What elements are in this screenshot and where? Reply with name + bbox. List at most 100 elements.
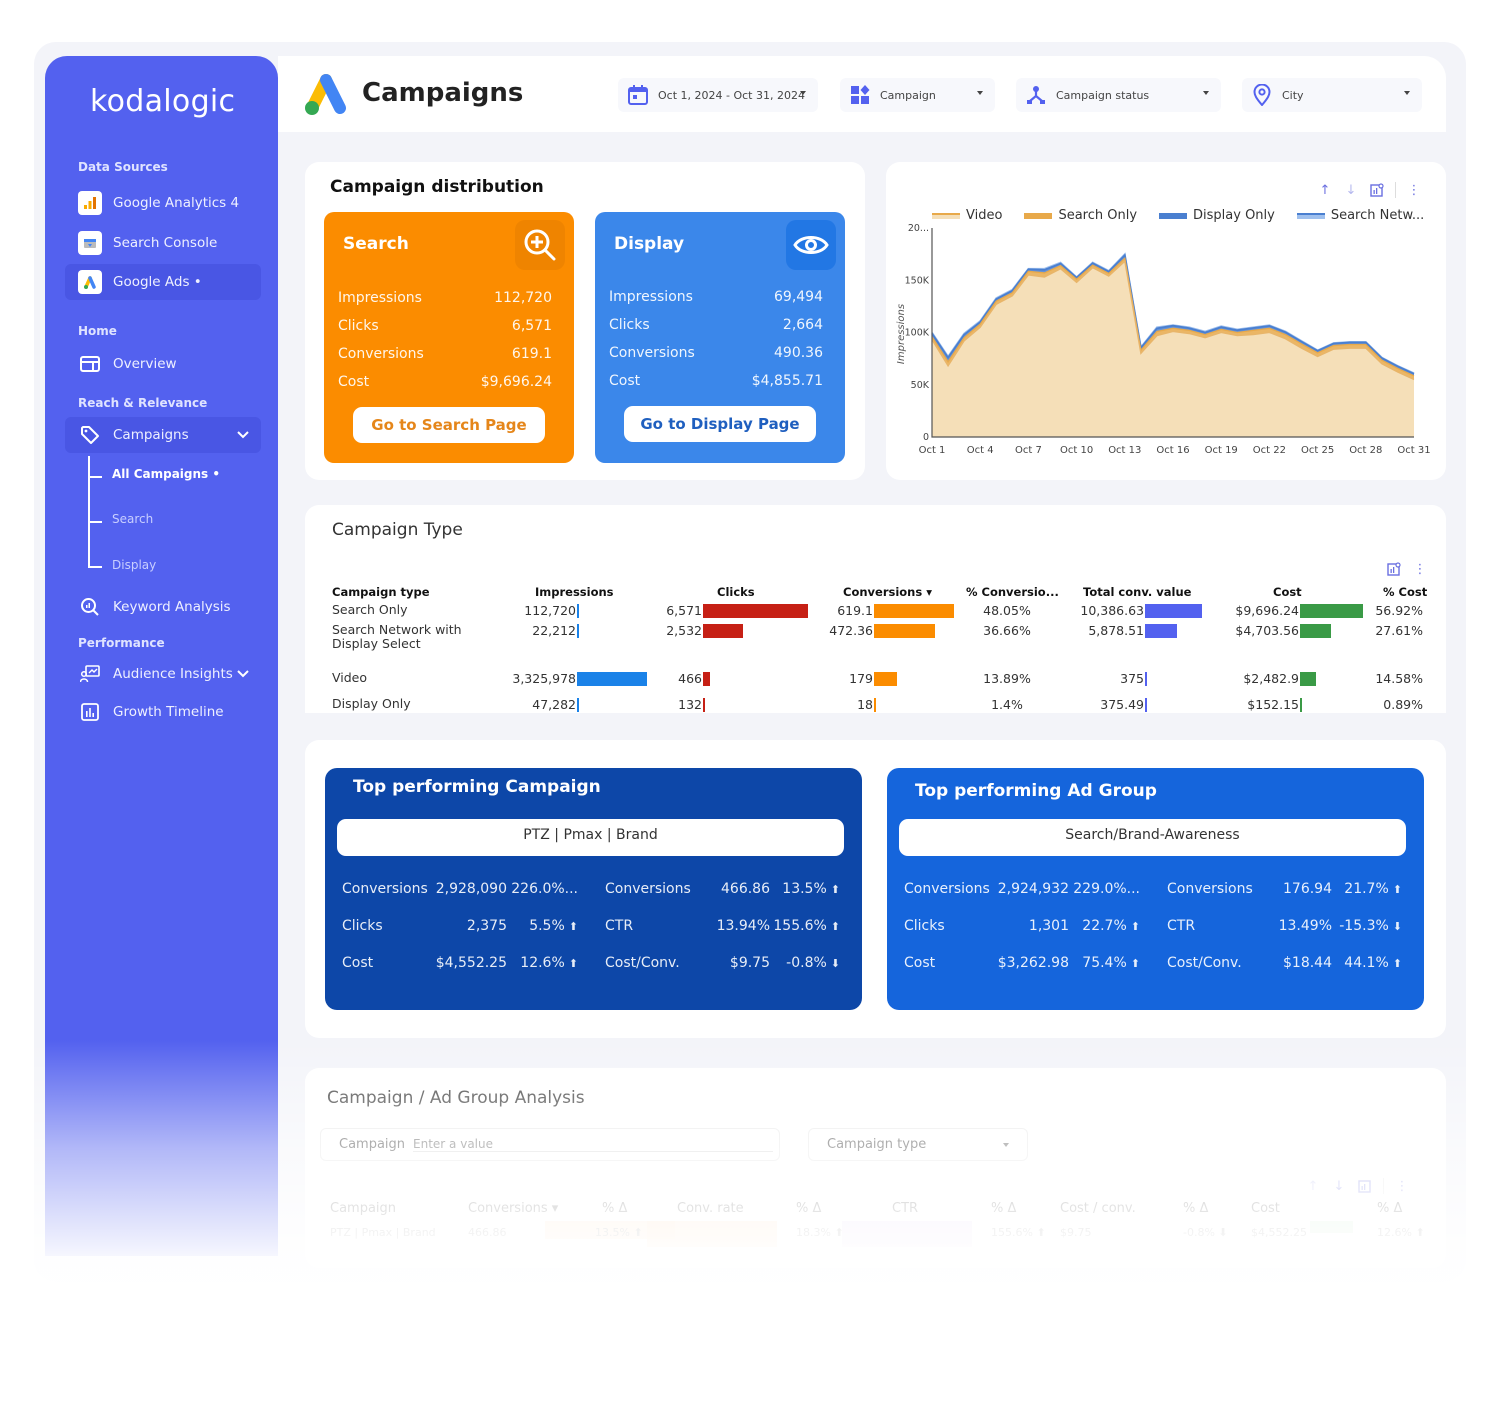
dropdown-caret-icon	[1203, 91, 1209, 95]
google-ads-icon	[78, 270, 102, 294]
chart-explore-icon[interactable]	[1357, 1178, 1373, 1194]
sidebar-item-google-ads[interactable]: Google Ads •	[65, 264, 261, 300]
metric-value: 2,924,932	[997, 881, 1069, 897]
analysis-cell: 18.3% ⬆	[796, 1226, 844, 1239]
dropdown-caret-icon	[977, 91, 983, 95]
table-cell-pct-cost: 56.92%	[1375, 603, 1423, 618]
cost-bar	[1300, 698, 1302, 712]
go-to-search-page-button[interactable]: Go to Search Page	[353, 407, 545, 443]
column-header[interactable]: Campaign type	[332, 585, 430, 599]
sidebar-item-label: Google Ads •	[113, 274, 202, 290]
y-tick-label: 50K	[911, 380, 930, 391]
sidebar-item-google-analytics[interactable]: Google Analytics 4	[65, 185, 261, 221]
sidebar-item-overview[interactable]: Overview	[65, 346, 261, 382]
subtree-tick	[88, 566, 102, 568]
top-campaign-name[interactable]: PTZ | Pmax | Brand	[337, 819, 844, 856]
chevron-down-icon[interactable]	[237, 427, 249, 443]
column-header[interactable]: Clicks	[717, 585, 755, 599]
panel-title: Top performing Campaign	[353, 777, 601, 797]
metric-delta: 13.5% ⬆	[782, 881, 840, 897]
arrow-down-icon: ⬇	[830, 957, 840, 970]
column-header[interactable]: Conversions ▾	[468, 1201, 558, 1216]
column-header[interactable]: Cost	[1251, 1201, 1280, 1216]
metric-label: Conversions	[1167, 881, 1253, 897]
metric-delta: 75.4% ⬆	[1082, 955, 1140, 971]
sidebar-item-search-console[interactable]: Search Console	[65, 225, 261, 261]
campaign-filter[interactable]: Campaign	[840, 78, 995, 112]
metric-value: $4,552.25	[435, 955, 507, 971]
more-options-icon[interactable]: ⋮	[1394, 1178, 1410, 1194]
analysis-bar	[1310, 1221, 1353, 1233]
sidebar-item-campaigns[interactable]: Campaigns	[65, 417, 261, 453]
kpi-title: Search	[343, 234, 409, 254]
tag-icon	[78, 423, 102, 447]
column-header[interactable]: % Δ	[1377, 1201, 1402, 1216]
y-tick-label: 20...	[908, 223, 929, 234]
kodalogic-logo: kodalogic	[90, 84, 236, 119]
x-tick-label: Oct 1	[919, 445, 946, 456]
date-range-filter[interactable]: Oct 1, 2024 - Oct 31, 2024	[618, 78, 818, 112]
more-options-icon[interactable]: ⋮	[1412, 561, 1428, 577]
table-cell-conversions: 18	[857, 697, 873, 712]
sort-up-icon[interactable]: ↑	[1305, 1178, 1321, 1194]
x-tick-label: Oct 19	[1205, 445, 1238, 456]
column-header[interactable]: % Cost	[1383, 585, 1427, 599]
sidebar-item-audience-insights[interactable]: Audience Insights	[65, 656, 261, 692]
sidebar-subitem-all-campaigns[interactable]: All Campaigns •	[112, 467, 220, 481]
go-to-display-page-button[interactable]: Go to Display Page	[624, 406, 816, 442]
column-header[interactable]: Conv. rate	[677, 1201, 744, 1216]
campaign-field-label: Campaign	[339, 1137, 406, 1152]
column-header[interactable]: % Δ	[796, 1201, 821, 1216]
x-tick-label: Oct 25	[1301, 445, 1334, 456]
analysis-cell: -0.8% ⬇	[1183, 1226, 1228, 1239]
sort-down-icon[interactable]: ↓	[1331, 1178, 1347, 1194]
sidebar-subitem-search[interactable]: Search	[112, 512, 153, 526]
metric-label: Cost/Conv.	[1167, 955, 1242, 971]
top-performing-card: Top performing Campaign PTZ | Pmax | Bra…	[305, 740, 1446, 1038]
toolbar-divider	[1383, 1178, 1384, 1194]
page-title: Campaigns	[362, 78, 524, 108]
column-header[interactable]: Campaign	[330, 1201, 396, 1216]
sidebar-subitem-display[interactable]: Display	[112, 558, 156, 572]
campaign-search-input[interactable]	[413, 1137, 774, 1152]
metric-label: Cost	[342, 955, 374, 971]
y-tick-label: 150K	[905, 275, 930, 286]
metric-value: 13.49%	[1278, 918, 1332, 934]
sidebar: kodalogic Data Sources Google Analytics …	[45, 56, 278, 1256]
column-header[interactable]: Cost / conv.	[1060, 1201, 1136, 1216]
column-header[interactable]: % Δ	[602, 1201, 627, 1216]
campaign-adgroup-analysis-card: Campaign / Ad Group Analysis Campaign Ca…	[305, 1068, 1446, 1268]
campaign-type-card: Campaign Type ⋮ Campaign type Impression…	[305, 505, 1446, 713]
city-filter[interactable]: City	[1242, 78, 1422, 112]
campaign-type-select[interactable]: Campaign type	[808, 1128, 1028, 1161]
column-header[interactable]: % Δ	[991, 1201, 1016, 1216]
column-header[interactable]: Conversions ▾	[843, 585, 932, 599]
sidebar-item-label: Google Analytics 4	[113, 195, 240, 211]
column-header[interactable]: Cost	[1273, 585, 1302, 599]
column-header[interactable]: CTR	[892, 1201, 918, 1216]
x-tick-label: Oct 10	[1060, 445, 1093, 456]
sidebar-item-keyword-analysis[interactable]: Keyword Analysis	[65, 589, 261, 625]
table-cell-clicks: 466	[678, 671, 702, 686]
table-cell-cost: $2,482.9	[1243, 671, 1299, 686]
panel-title: Top performing Ad Group	[915, 781, 1157, 801]
metric-delta: -0.8% ⬇	[786, 955, 840, 971]
top-performing-campaign: Top performing Campaign PTZ | Pmax | Bra…	[325, 768, 862, 1010]
metric-value: 2,928,090	[435, 881, 507, 897]
analysis-bar	[842, 1221, 972, 1247]
column-header[interactable]: Impressions	[535, 585, 614, 599]
overview-icon	[78, 352, 102, 376]
chart-explore-icon[interactable]	[1386, 561, 1402, 577]
column-header[interactable]: % Δ	[1183, 1201, 1208, 1216]
kpi-row-cost: Cost $4,855.71	[609, 373, 823, 389]
top-adgroup-name[interactable]: Search/Brand-Awareness	[899, 819, 1406, 856]
metric-label: Conversions	[605, 881, 691, 897]
campaign-status-filter[interactable]: Campaign status	[1016, 78, 1221, 112]
column-header[interactable]: Total conv. value	[1083, 585, 1191, 599]
analysis-cell: 12.6% ⬆	[1377, 1226, 1425, 1239]
keyword-search-icon	[78, 595, 102, 619]
chevron-down-icon[interactable]	[237, 666, 249, 682]
column-header[interactable]: % Conversio...	[966, 585, 1059, 599]
x-tick-label: Oct 16	[1156, 445, 1189, 456]
sidebar-item-growth-timeline[interactable]: Growth Timeline	[65, 694, 261, 730]
